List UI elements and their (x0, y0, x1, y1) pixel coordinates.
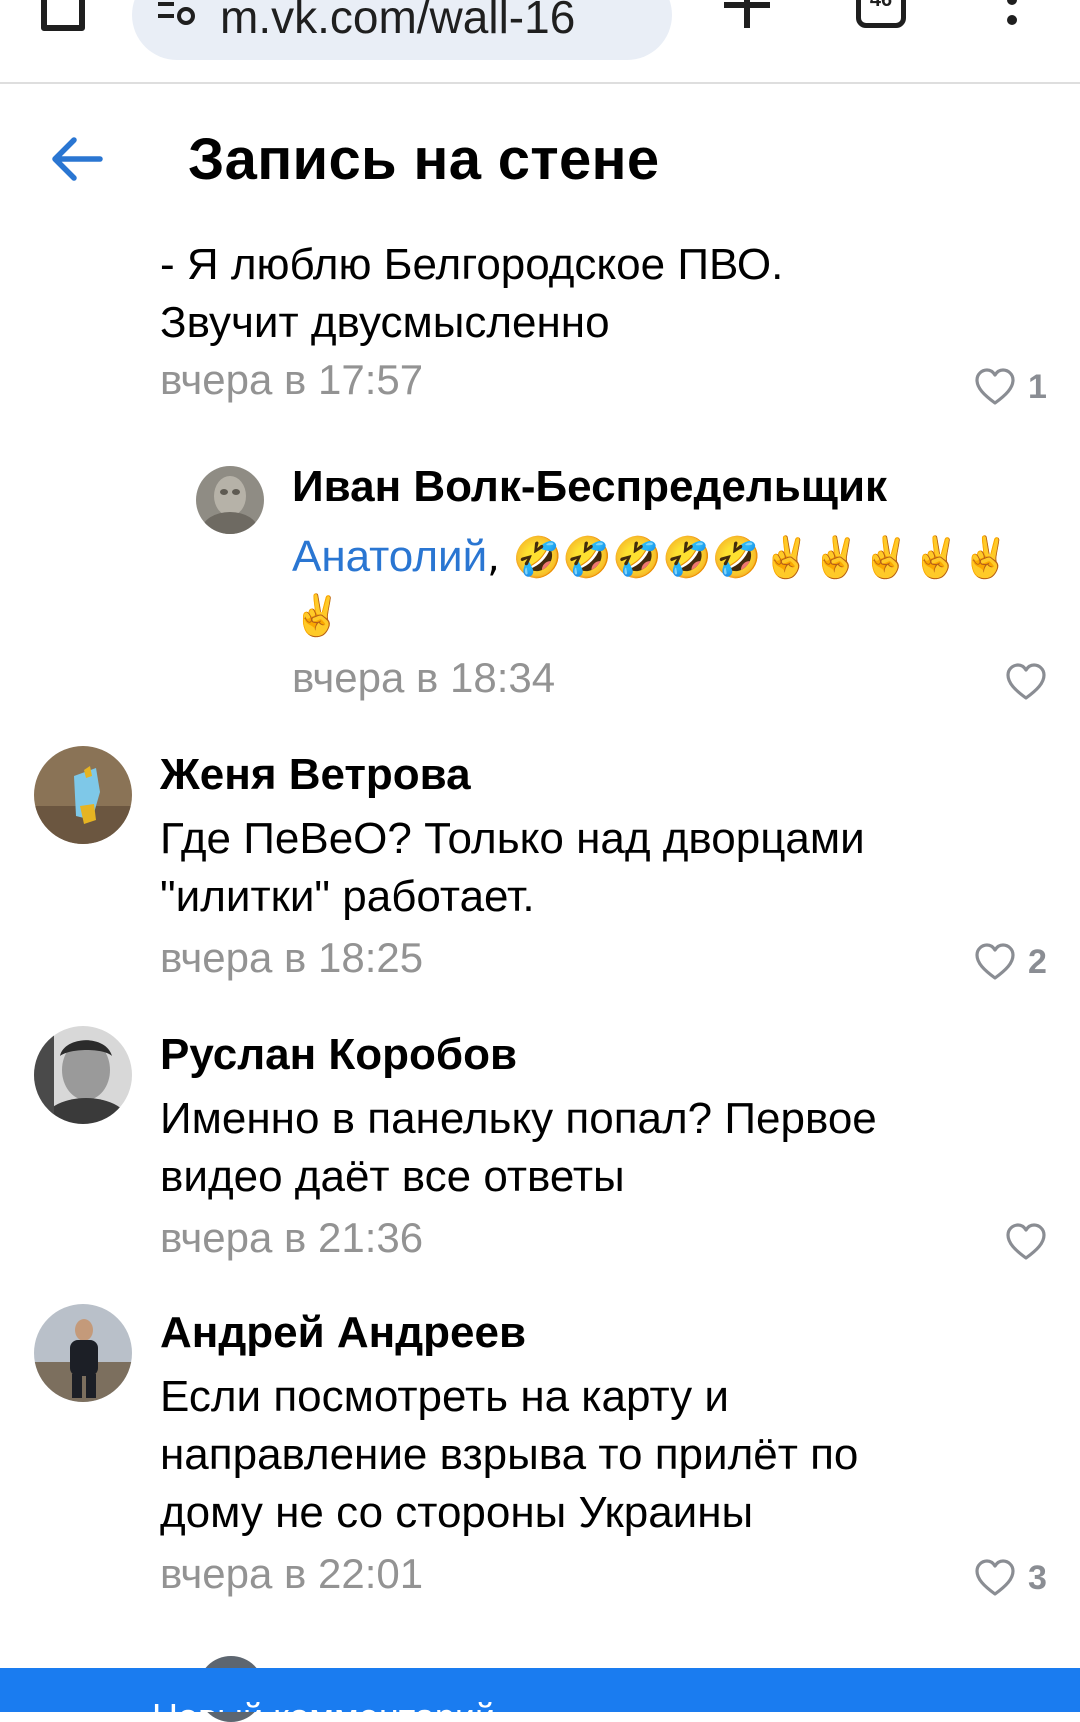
avatar-image (34, 1304, 132, 1402)
avatar-image (34, 1026, 132, 1124)
comment-timestamp[interactable]: вчера в 17:57 (160, 356, 423, 404)
new-comment-hint[interactable]: Новый комментарий (152, 1696, 495, 1712)
avatar-image (196, 466, 264, 534)
heart-icon (1006, 1223, 1046, 1260)
like-button[interactable] (1005, 1222, 1059, 1262)
like-button[interactable]: 3 (974, 1558, 1047, 1598)
comment-text: Если посмотреть на карту и направление в… (160, 1372, 859, 1537)
avatar[interactable] (34, 746, 132, 844)
comment-text: Где ПеВеО? Только над дворцами "илитки" … (160, 814, 865, 921)
comment-text: Анатолий, 🤣🤣🤣🤣🤣✌️✌️✌️✌️✌️ ✌️ (292, 532, 1011, 639)
comment-author[interactable]: Андрей Андреев (160, 1308, 526, 1358)
emoji-text: , 🤣🤣🤣🤣🤣✌️✌️✌️✌️✌️ (487, 535, 1011, 581)
tab-count: 46 (869, 0, 893, 11)
comment-timestamp[interactable]: вчера в 22:01 (160, 1550, 423, 1598)
comment-timestamp[interactable]: вчера в 18:25 (160, 934, 423, 982)
comment-timestamp[interactable]: вчера в 21:36 (160, 1214, 423, 1262)
heart-icon (975, 943, 1015, 980)
like-button[interactable]: 2 (974, 942, 1047, 982)
avatar[interactable] (34, 1026, 132, 1124)
more-vert-icon[interactable] (1005, 0, 1019, 34)
avatar[interactable] (34, 1304, 132, 1402)
like-count: 1 (1028, 367, 1047, 406)
comment-timestamp[interactable]: вчера в 18:34 (292, 654, 555, 702)
tab-switcher-button[interactable]: 46 (856, 0, 906, 28)
heart-icon (975, 368, 1015, 405)
site-settings-icon[interactable] (156, 0, 202, 26)
comment-author[interactable]: Руслан Коробов (160, 1030, 517, 1080)
browser-toolbar: m.vk.com/wall-16 46 (0, 0, 1080, 84)
new-comment-bar[interactable]: Новый комментарий (0, 1668, 1080, 1712)
heart-icon (1006, 663, 1046, 700)
page-title: Запись на стене (188, 127, 660, 192)
like-button[interactable] (1005, 662, 1059, 702)
comment-text: - Я люблю Белгородское ПВО. Звучит двусм… (160, 240, 784, 347)
like-count: 3 (1028, 1558, 1047, 1597)
address-bar[interactable]: m.vk.com/wall-16 (132, 0, 672, 60)
like-count: 2 (1028, 942, 1047, 981)
avatar-image (34, 746, 132, 844)
page-header: Запись на стене (0, 84, 1080, 234)
home-icon[interactable] (38, 0, 88, 32)
heart-icon (975, 1559, 1015, 1596)
comment-text: Именно в панельку попал? Первое видео да… (160, 1094, 877, 1201)
url-text[interactable]: m.vk.com/wall-16 (220, 0, 575, 44)
plus-icon[interactable] (720, 0, 774, 32)
comment-author[interactable]: Иван Волк-Беспредельщик (292, 462, 887, 512)
comment-author[interactable]: Женя Ветрова (160, 750, 471, 800)
arrow-left-icon[interactable] (50, 136, 104, 182)
like-button[interactable]: 1 (974, 367, 1047, 407)
mention-link[interactable]: Анатолий (292, 532, 487, 581)
avatar[interactable] (196, 466, 264, 534)
